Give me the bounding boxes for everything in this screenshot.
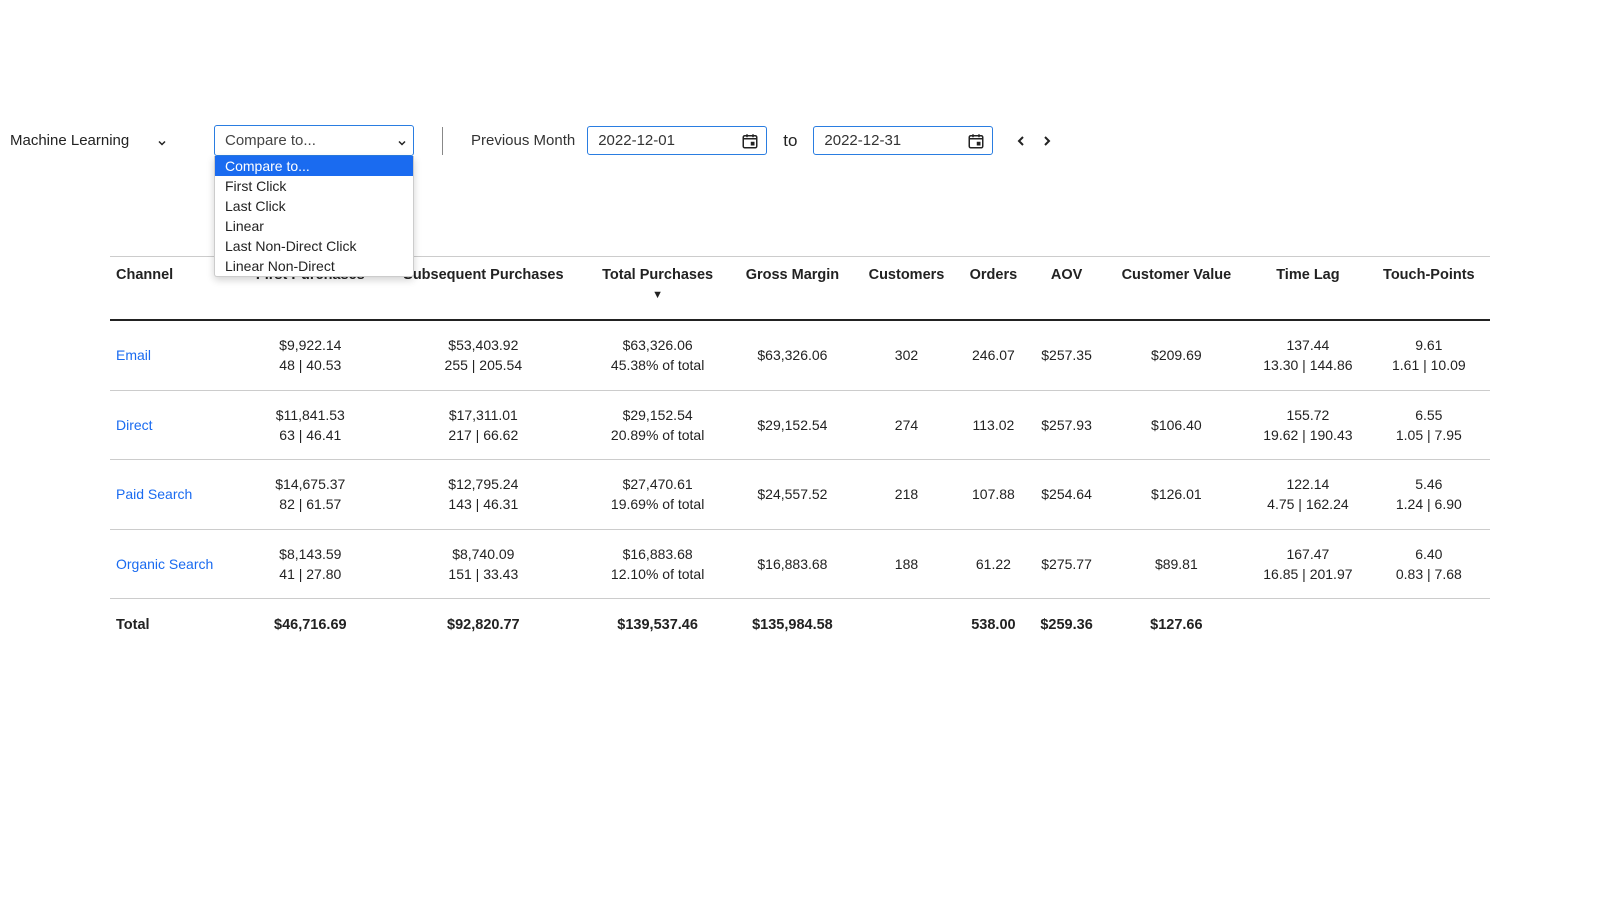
date-to-value: 2022-12-31: [813, 126, 993, 155]
cell-orders: 113.02: [958, 390, 1028, 460]
compare-option[interactable]: Compare to...: [215, 156, 413, 176]
separator: [442, 127, 443, 155]
compare-select[interactable]: Compare to...: [214, 125, 414, 156]
compare-option[interactable]: Last Non-Direct Click: [215, 236, 413, 256]
col-touchpoints[interactable]: Touch-Points: [1368, 257, 1490, 321]
channel-link[interactable]: Direct: [116, 417, 153, 433]
channel-link[interactable]: Email: [116, 347, 151, 363]
total-gross: $135,984.58: [730, 599, 855, 652]
chevron-down-icon: [156, 136, 166, 146]
cell-tl: 137.4413.30 | 144.86: [1248, 320, 1368, 390]
total-cv: $127.66: [1105, 599, 1249, 652]
compare-dropdown: Compare to... First Click Last Click Lin…: [214, 156, 414, 277]
cell-first: $8,143.5941 | 27.80: [239, 529, 382, 599]
cell-orders: 61.22: [958, 529, 1028, 599]
col-aov[interactable]: AOV: [1029, 257, 1105, 321]
cell-orders: 107.88: [958, 460, 1028, 530]
cell-first: $14,675.3782 | 61.57: [239, 460, 382, 530]
cell-orders: 246.07: [958, 320, 1028, 390]
compare-select-wrap: Compare to... Compare to... First Click …: [214, 125, 414, 156]
toolbar: Machine Learning Compare to... Compare t…: [10, 20, 1590, 166]
cell-first: $11,841.5363 | 46.41: [239, 390, 382, 460]
cell-gross: $16,883.68: [730, 529, 855, 599]
cell-tp: 5.461.24 | 6.90: [1368, 460, 1490, 530]
total-label: Total: [110, 599, 239, 652]
previous-month-label: Previous Month: [471, 132, 575, 149]
table-row: Email $9,922.1448 | 40.53$53,403.92255 | …: [110, 320, 1490, 390]
cell-customers: 274: [855, 390, 959, 460]
next-period-button[interactable]: [1039, 133, 1055, 149]
col-gross-margin[interactable]: Gross Margin: [730, 257, 855, 321]
cell-aov: $257.35: [1029, 320, 1105, 390]
cell-tp: 6.400.83 | 7.68: [1368, 529, 1490, 599]
table-body: Email $9,922.1448 | 40.53$53,403.92255 | …: [110, 320, 1490, 599]
cell-customers: 188: [855, 529, 959, 599]
cell-gross: $29,152.54: [730, 390, 855, 460]
cell-tl: 122.144.75 | 162.24: [1248, 460, 1368, 530]
date-from-value: 2022-12-01: [587, 126, 767, 155]
col-total-purchases[interactable]: Total Purchases ▼: [585, 257, 730, 321]
attribution-table: Channel First Purchases Subsequent Purch…: [110, 256, 1490, 651]
date-from-input[interactable]: 2022-12-01: [587, 126, 767, 155]
cell-tot: $63,326.0645.38% of total: [585, 320, 730, 390]
cell-cv: $209.69: [1105, 320, 1249, 390]
channel-link[interactable]: Paid Search: [116, 486, 192, 502]
cell-customers: 302: [855, 320, 959, 390]
to-label: to: [783, 131, 797, 151]
total-tp: [1368, 599, 1490, 652]
cell-tot: $16,883.6812.10% of total: [585, 529, 730, 599]
cell-customers: 218: [855, 460, 959, 530]
attribution-model-select[interactable]: Machine Learning: [10, 126, 170, 155]
total-first: $46,716.69: [239, 599, 382, 652]
attribution-model-label: Machine Learning: [10, 132, 129, 149]
cell-sub: $8,740.09151 | 33.43: [382, 529, 585, 599]
cell-aov: $257.93: [1029, 390, 1105, 460]
cell-tot: $27,470.6119.69% of total: [585, 460, 730, 530]
table-footer: Total $46,716.69 $92,820.77 $139,537.46 …: [110, 599, 1490, 652]
compare-option[interactable]: Linear: [215, 216, 413, 236]
cell-sub: $17,311.01217 | 66.62: [382, 390, 585, 460]
total-orders: 538.00: [958, 599, 1028, 652]
prev-period-button[interactable]: [1013, 133, 1029, 149]
cell-gross: $24,557.52: [730, 460, 855, 530]
cell-sub: $53,403.92255 | 205.54: [382, 320, 585, 390]
compare-option[interactable]: First Click: [215, 176, 413, 196]
cell-cv: $106.40: [1105, 390, 1249, 460]
cell-first: $9,922.1448 | 40.53: [239, 320, 382, 390]
total-tl: [1248, 599, 1368, 652]
table-row: Organic Search $8,143.5941 | 27.80$8,740.…: [110, 529, 1490, 599]
table-row: Paid Search $14,675.3782 | 61.57$12,795.2…: [110, 460, 1490, 530]
calendar-icon: [741, 132, 759, 150]
table-row: Direct $11,841.5363 | 46.41$17,311.01217 …: [110, 390, 1490, 460]
cell-tot: $29,152.5420.89% of total: [585, 390, 730, 460]
compare-option[interactable]: Linear Non-Direct: [215, 256, 413, 276]
total-sub: $92,820.77: [382, 599, 585, 652]
total-aov: $259.36: [1029, 599, 1105, 652]
cell-sub: $12,795.24143 | 46.31: [382, 460, 585, 530]
cell-cv: $126.01: [1105, 460, 1249, 530]
sort-desc-icon: ▼: [591, 289, 724, 301]
attribution-table-wrap: Channel First Purchases Subsequent Purch…: [10, 256, 1590, 651]
cell-gross: $63,326.06: [730, 320, 855, 390]
compare-option[interactable]: Last Click: [215, 196, 413, 216]
col-time-lag[interactable]: Time Lag: [1248, 257, 1368, 321]
chevron-down-icon: [396, 136, 406, 146]
col-customer-value[interactable]: Customer Value: [1105, 257, 1249, 321]
cell-tp: 9.611.61 | 10.09: [1368, 320, 1490, 390]
col-orders[interactable]: Orders: [958, 257, 1028, 321]
date-nav-buttons: [1013, 133, 1055, 149]
channel-link[interactable]: Organic Search: [116, 556, 213, 572]
date-to-input[interactable]: 2022-12-31: [813, 126, 993, 155]
total-customers: [855, 599, 959, 652]
compare-select-value: Compare to...: [225, 132, 316, 149]
calendar-icon: [967, 132, 985, 150]
cell-tp: 6.551.05 | 7.95: [1368, 390, 1490, 460]
cell-tl: 167.4716.85 | 201.97: [1248, 529, 1368, 599]
cell-tl: 155.7219.62 | 190.43: [1248, 390, 1368, 460]
cell-aov: $275.77: [1029, 529, 1105, 599]
cell-cv: $89.81: [1105, 529, 1249, 599]
col-customers[interactable]: Customers: [855, 257, 959, 321]
cell-aov: $254.64: [1029, 460, 1105, 530]
total-tot: $139,537.46: [585, 599, 730, 652]
